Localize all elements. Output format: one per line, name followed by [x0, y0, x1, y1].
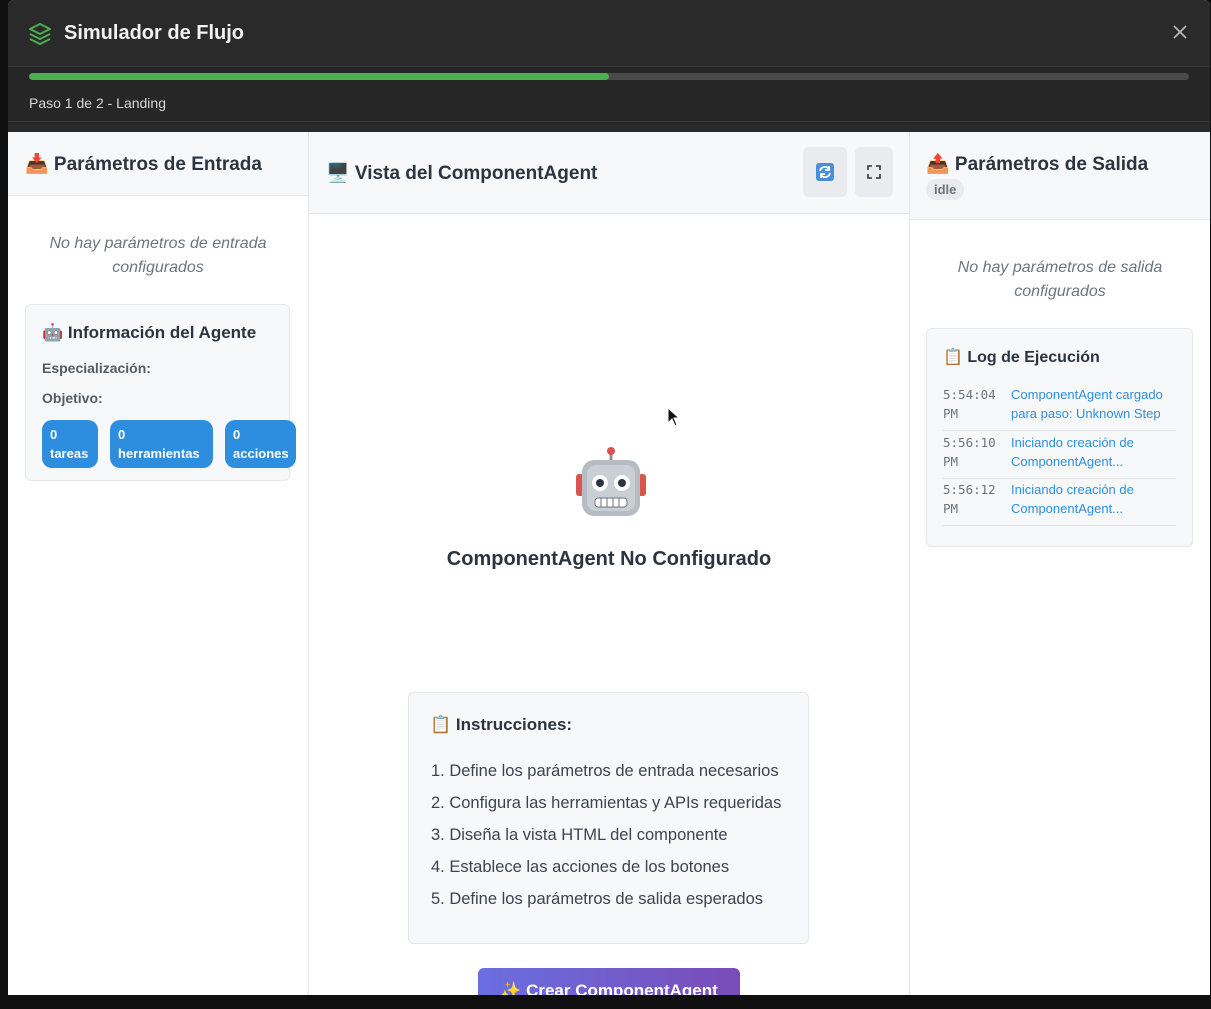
instructions-card: 📋 Instrucciones: 1. Define los parámetro…	[408, 692, 809, 944]
instruction-item: 5. Define los parámetros de salida esper…	[431, 890, 764, 908]
modal-title: Simulador de Flujo	[64, 22, 245, 44]
tools-badge: 0 herramientas	[110, 420, 213, 468]
instructions-title: 📋 Instrucciones:	[430, 715, 573, 734]
output-panel-header: 📤 Parámetros de Salida idle	[910, 132, 1210, 220]
instruction-item: 4. Establece las acciones de los botones	[431, 858, 730, 876]
actions-count: 0	[233, 427, 241, 442]
modal-header: Simulador de Flujo	[8, 0, 1210, 67]
log-message: Iniciando creación de ComponentAgent...	[1011, 482, 1134, 516]
log-time: 5:56:10 PM	[943, 435, 996, 469]
instruction-item: 2. Configura las herramientas y APIs req…	[431, 794, 782, 812]
tasks-label: tareas	[50, 446, 89, 461]
create-component-agent-button[interactable]: ✨ Crear ComponentAgent	[478, 968, 740, 995]
input-parameters-panel: 📥 Parámetros de Entrada No hay parámetro…	[8, 132, 309, 995]
tools-label: herramientas	[118, 446, 200, 461]
progress-bar-fill	[29, 73, 609, 80]
log-time: 5:56:12 PM	[943, 482, 996, 516]
tasks-count: 0	[50, 427, 58, 442]
refresh-icon	[816, 163, 834, 181]
instructions-list: 1. Define los parámetros de entrada nece…	[431, 759, 781, 919]
refresh-button[interactable]	[803, 147, 847, 197]
close-icon	[1173, 25, 1187, 39]
log-title: 📋 Log de Ejecución	[943, 349, 1100, 366]
output-parameters-panel: 📤 Parámetros de Salida idle No hay parám…	[910, 132, 1210, 995]
log-message: Iniciando creación de ComponentAgent...	[1011, 435, 1134, 469]
log-entry: 5:56:12 PM Iniciando creación de Compone…	[943, 478, 1176, 526]
input-panel-header: 📥 Parámetros de Entrada	[8, 132, 308, 196]
close-button[interactable]	[1168, 20, 1192, 44]
component-view-panel: 🖥️ Vista del ComponentAgent ComponentAge…	[309, 132, 910, 995]
agent-info-card: 🤖 Información del Agente Especialización…	[25, 304, 296, 481]
specialization-label: Especialización:	[42, 360, 151, 376]
robot-icon	[573, 446, 649, 522]
progress-track	[29, 73, 1189, 80]
tools-count: 0	[118, 427, 126, 442]
fullscreen-icon	[867, 165, 881, 179]
progress-section: Paso 1 de 2 - Landing	[8, 67, 1210, 122]
log-message: ComponentAgent cargado para paso: Unknow…	[1011, 387, 1163, 421]
status-badge: idle	[926, 179, 965, 200]
execution-log-card: 📋 Log de Ejecución 5:54:04 PM ComponentA…	[926, 328, 1193, 547]
progress-label: Paso 1 de 2 - Landing	[29, 95, 166, 111]
log-entry: 5:56:10 PM Iniciando creación de Compone…	[943, 431, 1176, 479]
header-spacer	[8, 122, 1210, 132]
log-time: 5:54:04 PM	[943, 387, 996, 421]
instruction-item: 1. Define los parámetros de entrada nece…	[431, 762, 779, 780]
output-empty-message: No hay parámetros de salida configurados	[957, 259, 1163, 300]
input-empty-message: No hay parámetros de entrada configurado…	[49, 235, 267, 276]
objective-label: Objetivo:	[42, 390, 103, 406]
not-configured-heading: ComponentAgent No Configurado	[446, 548, 772, 570]
output-panel-title: 📤 Parámetros de Salida	[926, 154, 1149, 175]
log-entry: 5:54:04 PM ComponentAgent cargado para p…	[943, 383, 1176, 431]
flow-simulator-modal: Simulador de Flujo Paso 1 de 2 - Landing…	[8, 0, 1210, 995]
tasks-badge: 0 tareas	[42, 420, 98, 468]
view-panel-title: 🖥️ Vista del ComponentAgent	[326, 163, 598, 184]
input-panel-title: 📥 Parámetros de Entrada	[25, 154, 262, 175]
fullscreen-button[interactable]	[855, 147, 893, 197]
view-panel-header: 🖥️ Vista del ComponentAgent	[309, 132, 909, 214]
actions-badge: 0 acciones	[225, 420, 296, 468]
mouse-cursor-icon	[667, 406, 681, 432]
instruction-item: 3. Diseña la vista HTML del componente	[431, 826, 728, 844]
agent-info-title: 🤖 Información del Agente	[42, 323, 257, 342]
actions-label: acciones	[233, 446, 289, 461]
layers-icon	[28, 22, 52, 51]
